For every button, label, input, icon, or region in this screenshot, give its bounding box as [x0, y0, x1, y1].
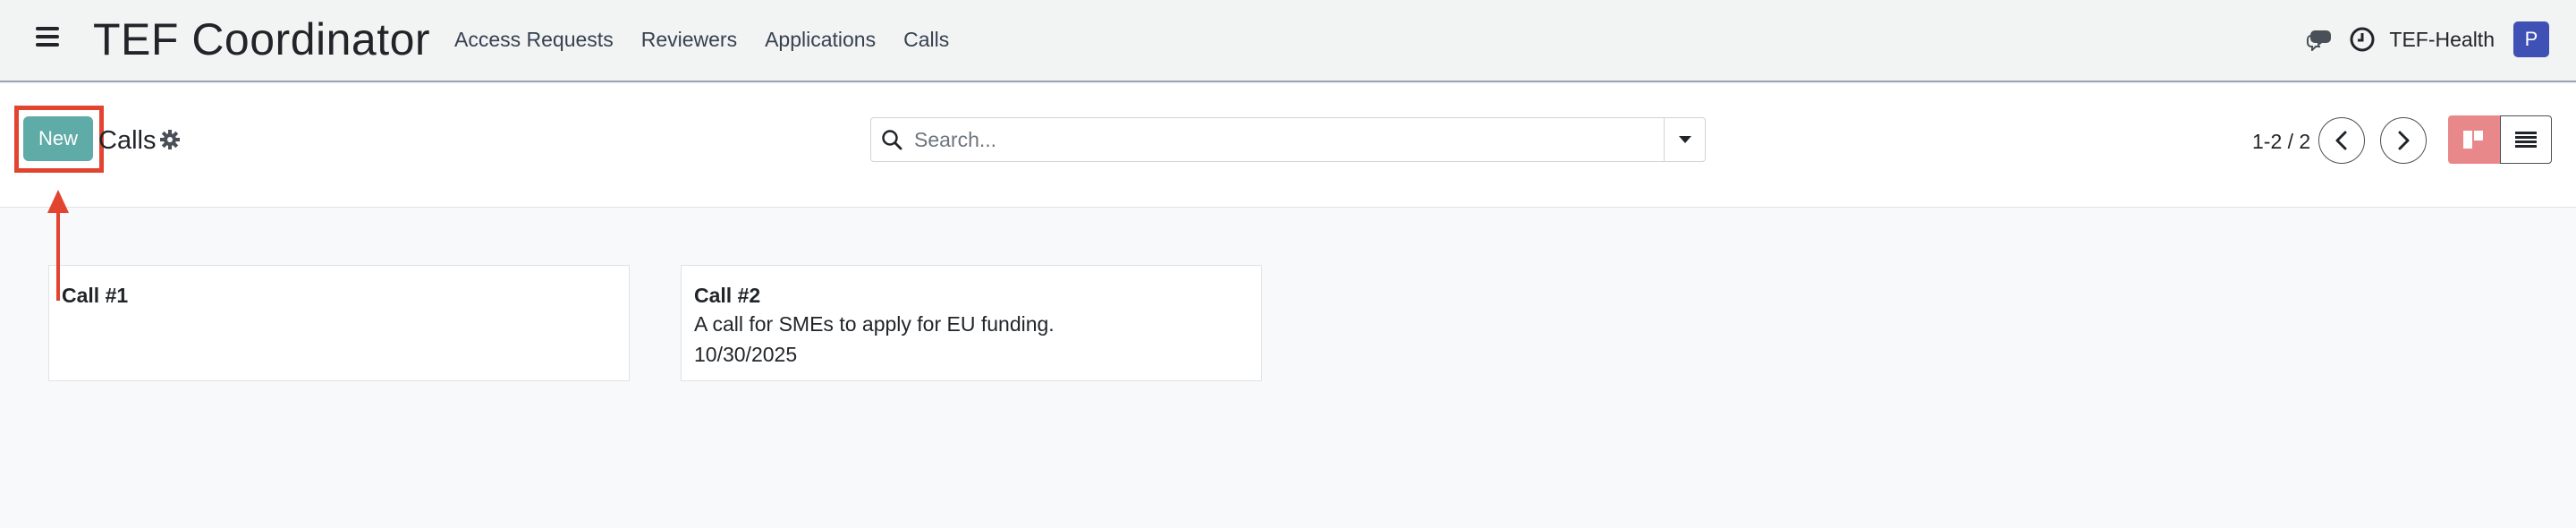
chevron-left-icon [2335, 131, 2347, 150]
new-button[interactable]: New [23, 116, 93, 161]
navbar-systray: TEF-Health P [2307, 20, 2549, 59]
hamburger-icon[interactable] [36, 27, 59, 48]
card-title: Call #2 [694, 284, 761, 307]
card-title: Call #1 [62, 284, 129, 307]
kanban-icon [2463, 131, 2483, 149]
kanban-view-button[interactable] [2448, 115, 2500, 164]
main-menu: Access Requests Reviewers Applications C… [454, 26, 949, 53]
search-input[interactable] [914, 127, 1664, 152]
clock-icon[interactable] [2350, 27, 2375, 52]
kanban-card[interactable]: Call #1 [48, 265, 630, 381]
user-avatar[interactable]: P [2513, 21, 2549, 57]
list-view-button[interactable] [2500, 115, 2552, 164]
menu-item-applications[interactable]: Applications [765, 26, 876, 53]
card-description: A call for SMEs to apply for EU funding. [694, 312, 1055, 336]
pager-next-button[interactable] [2380, 117, 2427, 164]
pager-value[interactable]: 1-2 / 2 [2252, 130, 2310, 154]
pager-previous-button[interactable] [2318, 117, 2365, 164]
chat-icon[interactable] [2307, 28, 2334, 53]
top-navbar: TEF Coordinator Access Requests Reviewer… [0, 0, 2576, 82]
chevron-right-icon [2398, 131, 2410, 150]
company-switcher[interactable]: TEF-Health [2389, 28, 2495, 52]
gear-icon[interactable] [159, 129, 181, 150]
menu-item-calls[interactable]: Calls [903, 26, 949, 53]
search-icon [880, 128, 903, 151]
search-options-toggle[interactable] [1664, 118, 1705, 161]
menu-item-reviewers[interactable]: Reviewers [641, 26, 737, 53]
menu-item-access-requests[interactable]: Access Requests [454, 26, 614, 53]
search-bar [870, 117, 1706, 162]
control-panel: New Calls Search... 1-2 / 2 [0, 84, 2576, 208]
app-title[interactable]: TEF Coordinator [93, 13, 430, 66]
kanban-card[interactable]: Call #2 A call for SMEs to apply for EU … [681, 265, 1262, 381]
card-date: 10/30/2025 [694, 343, 798, 366]
list-icon [2515, 132, 2537, 148]
caret-down-icon [1678, 136, 1691, 143]
breadcrumb: Calls [98, 126, 157, 155]
